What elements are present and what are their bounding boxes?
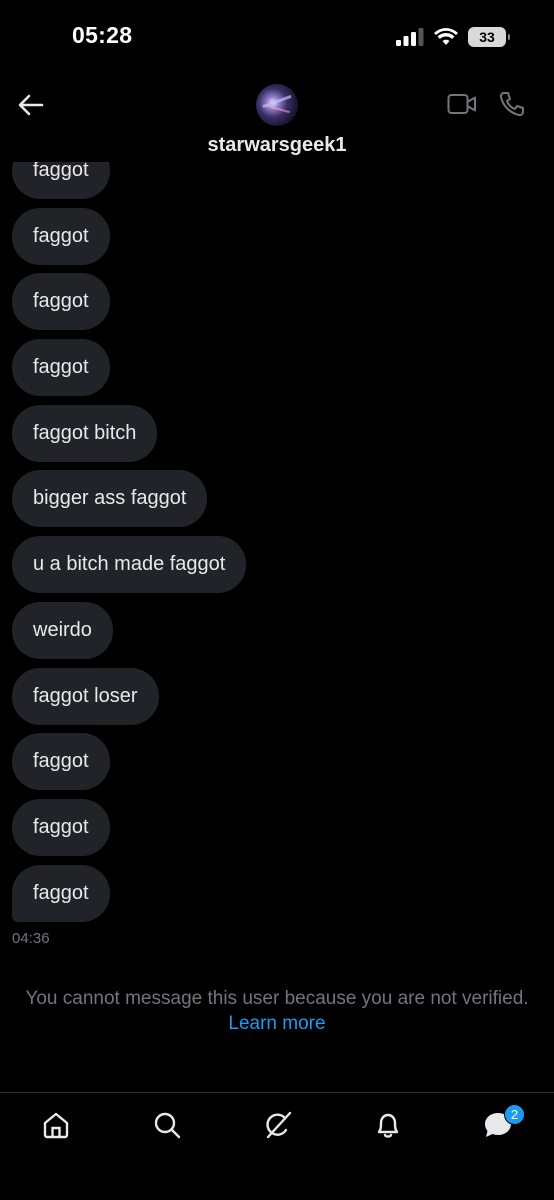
- message-bubble[interactable]: faggot: [12, 798, 110, 856]
- cellular-signal-icon: [396, 28, 424, 46]
- status-time: 05:28: [72, 22, 133, 48]
- status-bar: 05:28 33: [0, 0, 554, 70]
- conversation-username[interactable]: starwarsgeek1: [0, 134, 554, 157]
- battery-icon: 33: [468, 27, 510, 47]
- message-bubble[interactable]: faggot: [12, 733, 110, 791]
- notice-text: You cannot message this user because you…: [25, 988, 529, 1009]
- bottom-tab-bar: 2: [0, 1092, 554, 1200]
- message-bubble[interactable]: faggot bitch: [12, 404, 158, 462]
- back-button[interactable]: [16, 90, 46, 120]
- messages-badge: 2: [504, 1104, 525, 1125]
- status-icons: 33: [396, 27, 510, 47]
- tab-search[interactable]: [151, 1109, 183, 1141]
- message-bubble[interactable]: bigger ass faggot: [12, 470, 208, 528]
- message-thread[interactable]: faggot faggot faggot faggot faggot bitch…: [0, 162, 554, 957]
- message-bubble[interactable]: faggot loser: [12, 667, 159, 725]
- wifi-icon: [434, 28, 458, 45]
- tab-home[interactable]: [40, 1109, 72, 1141]
- video-call-button[interactable]: [447, 92, 477, 118]
- home-icon: [43, 1112, 69, 1139]
- conversation-header: starwarsgeek1: [0, 76, 554, 162]
- learn-more-link[interactable]: Learn more: [228, 1013, 325, 1034]
- message-bubble[interactable]: faggot: [12, 864, 110, 922]
- message-bubble[interactable]: faggot: [12, 207, 110, 265]
- battery-level: 33: [479, 29, 495, 45]
- message-bubble[interactable]: faggot: [12, 273, 110, 331]
- voice-call-button[interactable]: [498, 90, 526, 118]
- cannot-message-notice: You cannot message this user because you…: [0, 986, 554, 1036]
- tab-grok[interactable]: [262, 1109, 294, 1141]
- message-bubble[interactable]: faggot: [12, 162, 110, 199]
- phone-icon: [499, 92, 524, 117]
- message-bubble[interactable]: faggot: [12, 339, 110, 397]
- grok-icon: [266, 1111, 292, 1139]
- arrow-left-icon: [18, 94, 44, 116]
- bell-icon: [377, 1113, 399, 1138]
- message-timestamp: 04:36: [12, 930, 50, 947]
- message-list: faggot faggot faggot faggot faggot bitch…: [12, 162, 247, 930]
- tab-notifications[interactable]: [372, 1109, 404, 1141]
- message-bubble[interactable]: weirdo: [12, 601, 113, 659]
- search-icon: [154, 1112, 181, 1139]
- video-camera-icon: [447, 94, 476, 114]
- avatar[interactable]: [256, 84, 298, 126]
- message-bubble[interactable]: u a bitch made faggot: [12, 536, 247, 594]
